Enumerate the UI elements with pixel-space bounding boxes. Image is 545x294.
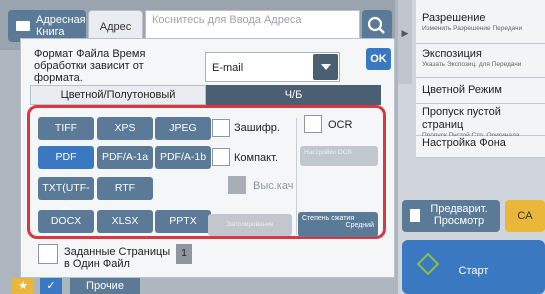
txt-button[interactable]: TXT(UTF-8) — [38, 177, 94, 217]
pdfa1b-button[interactable]: PDF/A-1b — [155, 146, 211, 169]
color-mode-title: Цветной Режим — [422, 84, 502, 96]
chevron-down-icon[interactable] — [313, 54, 338, 80]
pages-count[interactable]: 1 — [176, 244, 192, 264]
pptx-button[interactable]: PPTX — [155, 210, 211, 233]
pdf-button[interactable]: PDF — [38, 146, 94, 169]
check-icon[interactable]: ✓ — [40, 278, 62, 294]
high-quality-checkbox[interactable] — [228, 176, 246, 194]
start-button[interactable]: Старт — [402, 240, 545, 294]
ocr-checkbox[interactable] — [304, 115, 322, 133]
address-book-icon — [16, 21, 30, 31]
tiff-button[interactable]: TIFF — [38, 117, 94, 140]
xlsx-button[interactable]: XLSX — [97, 210, 153, 233]
resolution-title: Разрешение — [422, 12, 486, 24]
ca-button[interactable]: CA — [505, 200, 545, 232]
exposure-item[interactable]: Экспозиция Указать Экспозиц. для Передач… — [416, 44, 545, 78]
compression-value: Средний — [345, 222, 374, 229]
rtf-button[interactable]: RTF — [97, 177, 153, 200]
star-icon[interactable]: ★ — [12, 278, 34, 294]
encrypt-checkbox[interactable] — [212, 119, 230, 137]
exposure-subtitle: Указать Экспозиц. для Передачи — [422, 61, 522, 68]
pages-checkbox[interactable] — [38, 244, 58, 264]
preview-label: Предварит. Просмотр — [430, 203, 488, 227]
document-icon — [410, 209, 420, 222]
start-label: Старт — [458, 265, 489, 277]
tab-bw[interactable]: Ч/Б — [206, 85, 381, 105]
jpeg-button[interactable]: JPEG — [155, 117, 211, 140]
disabled-option-button[interactable]: Заполирование — [208, 214, 292, 236]
pages-label: Заданные Страницы в Один Файл — [64, 246, 171, 270]
docx-button[interactable]: DOCX — [38, 210, 94, 233]
format-label: Формат Файла Время обработки зависит от … — [34, 48, 146, 84]
background-item[interactable]: Настройка Фона — [416, 136, 545, 158]
resolution-subtitle: Изменить Разрешение Передачи — [422, 25, 523, 32]
compression-label: Степень сжатия — [302, 215, 355, 222]
tab-color-grayscale[interactable]: Цветной/Полутоновый — [30, 85, 206, 105]
xps-button[interactable]: XPS — [97, 117, 153, 140]
background-title: Настройка Фона — [422, 137, 506, 149]
high-quality-label: Выс.кач — [253, 180, 294, 192]
panel-toggle-icon[interactable]: ▶ — [398, 0, 412, 84]
ok-button[interactable]: OK — [366, 48, 391, 70]
encrypt-label: Зашифр. — [234, 122, 280, 134]
resolution-item[interactable]: Разрешение Изменить Разрешение Передачи — [416, 0, 545, 44]
ocr-settings-button[interactable]: Настройки OCR — [300, 146, 378, 166]
preview-button[interactable]: Предварит. Просмотр — [402, 200, 500, 232]
start-icon — [416, 252, 440, 276]
compact-label: Компакт. — [234, 152, 278, 164]
compact-checkbox[interactable] — [212, 148, 230, 166]
ocr-label: OCR — [328, 119, 353, 131]
exposure-title: Экспозиция — [422, 48, 482, 60]
skip-blank-item[interactable]: Пропуск пустой страниц Пропуск Пустой Ст… — [416, 104, 545, 139]
address-book-label: Адресная Книга — [36, 14, 86, 38]
other-button[interactable]: Прочие — [70, 278, 140, 294]
pdfa1a-button[interactable]: PDF/A-1a — [97, 146, 153, 169]
divider — [296, 118, 297, 235]
compression-button[interactable]: Степень сжатия Средний — [298, 212, 378, 237]
color-mode-item[interactable]: Цветной Режим — [416, 78, 545, 104]
skip-blank-title: Пропуск пустой страниц — [422, 106, 501, 131]
